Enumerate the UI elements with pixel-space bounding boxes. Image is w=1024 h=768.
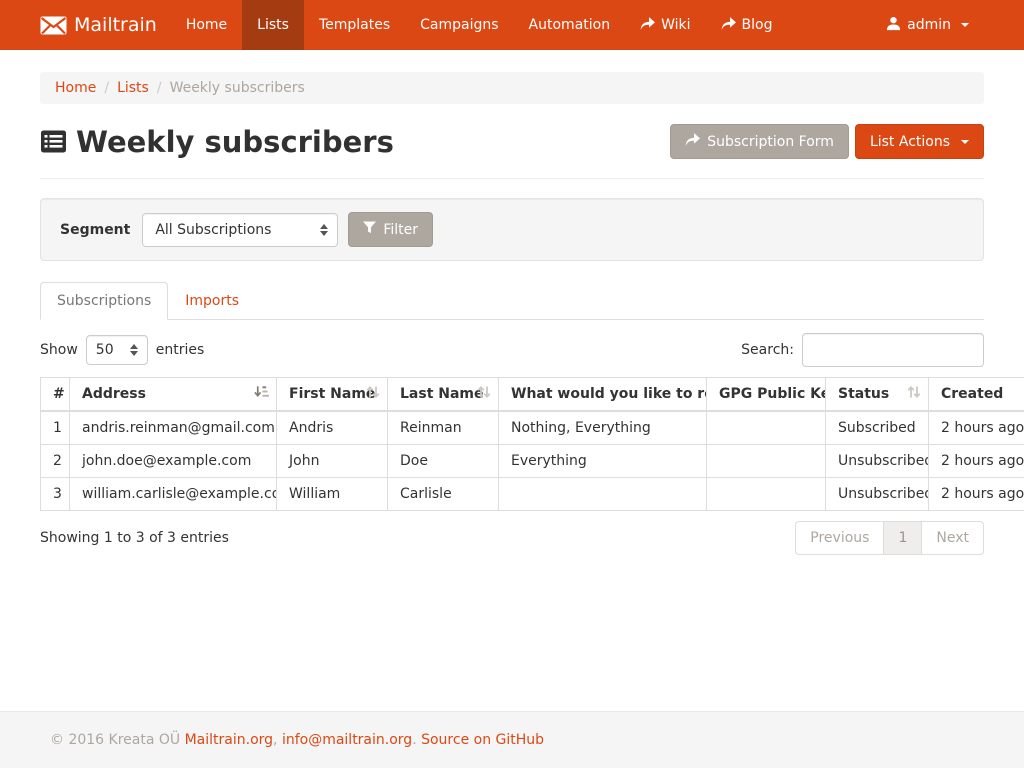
sort-both-icon	[907, 386, 921, 403]
page-length-select[interactable]: 50	[86, 335, 148, 365]
show-label: Show	[40, 342, 78, 358]
table-row[interactable]: 3 william.carlisle@example.com William C…	[41, 478, 1024, 511]
segment-label: Segment	[60, 222, 130, 238]
pagination: Previous 1 Next	[795, 521, 984, 555]
tab-subscriptions[interactable]: Subscriptions	[40, 282, 168, 320]
tab-bar: Subscriptions Imports	[40, 282, 984, 320]
col-header-address[interactable]: Address	[70, 378, 277, 412]
pagination-previous[interactable]: Previous	[795, 521, 884, 555]
divider	[40, 178, 984, 179]
breadcrumb: Home Lists Weekly subscribers	[40, 72, 984, 104]
tab-imports[interactable]: Imports	[168, 282, 256, 320]
page-length-value: 50	[96, 342, 114, 358]
table-row[interactable]: 1 andris.reinman@gmail.com Andris Reinma…	[41, 411, 1024, 445]
list-alt-icon	[40, 129, 67, 154]
nav-item-templates[interactable]: Templates	[304, 0, 405, 50]
select-arrows-icon	[320, 224, 328, 236]
list-actions-button[interactable]: List Actions	[855, 124, 984, 159]
subscription-form-button[interactable]: Subscription Form	[670, 124, 849, 159]
envelope-icon	[40, 16, 67, 35]
user-label: admin	[907, 17, 951, 33]
col-header-gpg[interactable]: GPG Public Key	[707, 378, 826, 412]
col-header-question[interactable]: What would you like to read?	[499, 378, 707, 412]
select-arrows-icon	[130, 344, 138, 356]
footer-link-email[interactable]: info@mailtrain.org	[282, 732, 412, 748]
entries-label: entries	[156, 342, 205, 358]
brand-label: Mailtrain	[74, 14, 157, 36]
col-header-first-name[interactable]: First Name	[277, 378, 388, 412]
page-footer: © 2016 Kreata OÜ Mailtrain.org, info@mai…	[0, 711, 1024, 768]
sort-both-icon	[366, 386, 380, 403]
col-header-index: #	[41, 378, 70, 412]
table-info: Showing 1 to 3 of 3 entries	[40, 521, 229, 546]
search-input[interactable]	[802, 333, 984, 367]
user-icon	[886, 16, 901, 35]
subscribers-table-zone: # Address First Nam	[40, 377, 984, 511]
breadcrumb-current: Weekly subscribers	[170, 80, 305, 96]
user-menu[interactable]: admin	[871, 0, 984, 50]
filter-button[interactable]: Filter	[348, 212, 433, 247]
segment-select-value: All Subscriptions	[155, 222, 271, 238]
segment-panel: Segment All Subscriptions Filter	[40, 198, 984, 261]
col-header-last-name[interactable]: Last Name	[388, 378, 499, 412]
nav-item-blog[interactable]: Blog	[706, 0, 788, 50]
nav-item-wiki[interactable]: Wiki	[625, 0, 705, 50]
table-header-row: # Address First Nam	[41, 378, 1024, 412]
nav-item-home[interactable]: Home	[171, 0, 242, 50]
top-navbar: Mailtrain Home Lists Templates Campaigns…	[0, 0, 1024, 50]
col-header-created[interactable]: Created	[929, 378, 1024, 412]
share-icon	[685, 133, 700, 150]
search-label: Search:	[741, 342, 794, 358]
copyright-text: © 2016 Kreata OÜ	[50, 732, 180, 748]
table-row[interactable]: 2 john.doe@example.com John Doe Everythi…	[41, 445, 1024, 478]
segment-select[interactable]: All Subscriptions	[142, 213, 338, 247]
breadcrumb-home[interactable]: Home	[55, 80, 96, 96]
sort-asc-icon	[254, 386, 269, 403]
pagination-next[interactable]: Next	[921, 521, 984, 555]
chevron-down-icon	[961, 23, 969, 27]
nav-item-campaigns[interactable]: Campaigns	[405, 0, 513, 50]
nav-item-automation[interactable]: Automation	[514, 0, 626, 50]
footer-link-mailtrain[interactable]: Mailtrain.org	[185, 732, 273, 748]
chevron-down-icon	[961, 140, 969, 144]
share-icon	[721, 17, 736, 34]
pagination-page-1[interactable]: 1	[883, 521, 922, 555]
footer-link-github[interactable]: Source on GitHub	[421, 732, 544, 748]
col-header-status[interactable]: Status	[826, 378, 929, 412]
brand-logo[interactable]: Mailtrain	[40, 0, 157, 50]
share-icon	[640, 17, 655, 34]
sort-both-icon	[477, 386, 491, 403]
page-title: Weekly subscribers	[40, 125, 394, 159]
main-nav: Home Lists Templates Campaigns Automatio…	[171, 0, 788, 50]
subscribers-table: # Address First Nam	[40, 377, 1024, 511]
filter-icon	[363, 221, 376, 238]
breadcrumb-lists[interactable]: Lists	[117, 80, 149, 96]
nav-item-lists[interactable]: Lists	[242, 0, 304, 50]
